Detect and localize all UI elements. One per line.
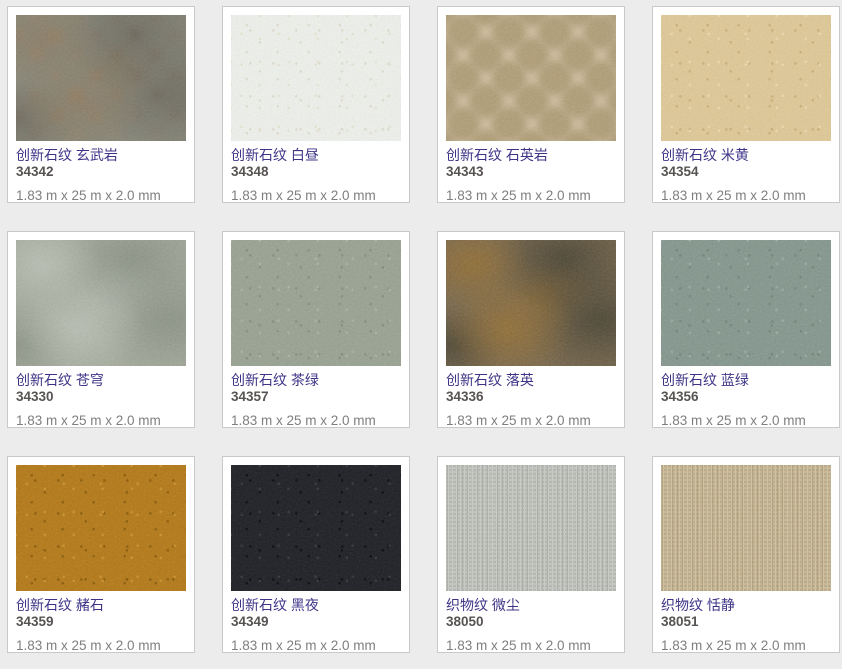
texture-grain [446, 240, 616, 366]
product-code: 38051 [661, 614, 831, 630]
texture-grain [661, 15, 831, 141]
texture-grain [446, 15, 616, 141]
product-code: 34354 [661, 164, 831, 180]
product-card[interactable]: 创新石纹 苍穹 34330 1.83 m x 25 m x 2.0 mm [7, 231, 195, 428]
product-code: 34336 [446, 389, 616, 405]
product-card[interactable]: 创新石纹 石英岩 34343 1.83 m x 25 m x 2.0 mm [437, 6, 625, 203]
texture-grain [446, 465, 616, 591]
product-title-link[interactable]: 织物纹 微尘 [446, 597, 616, 614]
product-title-link[interactable]: 创新石纹 赭石 [16, 597, 186, 614]
texture-grain [16, 465, 186, 591]
texture-grain [16, 240, 186, 366]
product-dimensions: 1.83 m x 25 m x 2.0 mm [661, 188, 831, 203]
product-title-link[interactable]: 创新石纹 苍穹 [16, 372, 186, 389]
product-title-link[interactable]: 创新石纹 蓝绿 [661, 372, 831, 389]
product-title-link[interactable]: 创新石纹 茶绿 [231, 372, 401, 389]
product-dimensions: 1.83 m x 25 m x 2.0 mm [16, 188, 186, 203]
texture-grain [231, 15, 401, 141]
product-swatch-image[interactable] [661, 15, 831, 141]
product-card[interactable]: 创新石纹 赭石 34359 1.83 m x 25 m x 2.0 mm [7, 456, 195, 653]
texture-grain [446, 240, 616, 366]
product-dimensions: 1.83 m x 25 m x 2.0 mm [446, 413, 616, 428]
product-code: 34342 [16, 164, 186, 180]
texture-grain [661, 240, 831, 366]
product-dimensions: 1.83 m x 25 m x 2.0 mm [661, 413, 831, 428]
product-title-link[interactable]: 织物纹 恬静 [661, 597, 831, 614]
product-grid: 创新石纹 玄武岩 34342 1.83 m x 25 m x 2.0 mm 创新… [0, 0, 842, 653]
product-code: 34348 [231, 164, 401, 180]
product-code: 34356 [661, 389, 831, 405]
product-title-link[interactable]: 创新石纹 白昼 [231, 147, 401, 164]
product-dimensions: 1.83 m x 25 m x 2.0 mm [661, 638, 831, 653]
texture-grain [661, 15, 831, 141]
product-card[interactable]: 创新石纹 茶绿 34357 1.83 m x 25 m x 2.0 mm [222, 231, 410, 428]
product-code: 34349 [231, 614, 401, 630]
product-code: 34330 [16, 389, 186, 405]
product-dimensions: 1.83 m x 25 m x 2.0 mm [16, 638, 186, 653]
texture-grain [231, 240, 401, 366]
product-title-link[interactable]: 创新石纹 玄武岩 [16, 147, 186, 164]
product-code: 34359 [16, 614, 186, 630]
texture-grain [16, 465, 186, 591]
product-card[interactable]: 创新石纹 黑夜 34349 1.83 m x 25 m x 2.0 mm [222, 456, 410, 653]
product-swatch-image[interactable] [446, 465, 616, 591]
product-title-link[interactable]: 创新石纹 黑夜 [231, 597, 401, 614]
product-swatch-image[interactable] [16, 240, 186, 366]
texture-grain [16, 240, 186, 366]
texture-grain [446, 15, 616, 141]
texture-grain [16, 15, 186, 141]
product-card[interactable]: 织物纹 恬静 38051 1.83 m x 25 m x 2.0 mm [652, 456, 840, 653]
texture-grain [661, 240, 831, 366]
texture-grain [231, 15, 401, 141]
texture-grain [661, 465, 831, 591]
texture-grain [231, 465, 401, 591]
texture-grain [446, 465, 616, 591]
texture-grain [661, 465, 831, 591]
product-title-link[interactable]: 创新石纹 石英岩 [446, 147, 616, 164]
product-card[interactable]: 创新石纹 米黄 34354 1.83 m x 25 m x 2.0 mm [652, 6, 840, 203]
product-swatch-image[interactable] [231, 15, 401, 141]
texture-grain [16, 15, 186, 141]
product-code: 34343 [446, 164, 616, 180]
product-card[interactable]: 创新石纹 蓝绿 34356 1.83 m x 25 m x 2.0 mm [652, 231, 840, 428]
product-swatch-image[interactable] [231, 240, 401, 366]
texture-grain [231, 465, 401, 591]
texture-grain [231, 240, 401, 366]
product-card[interactable]: 创新石纹 玄武岩 34342 1.83 m x 25 m x 2.0 mm [7, 6, 195, 203]
product-swatch-image[interactable] [446, 240, 616, 366]
product-code: 38050 [446, 614, 616, 630]
product-title-link[interactable]: 创新石纹 米黄 [661, 147, 831, 164]
product-dimensions: 1.83 m x 25 m x 2.0 mm [231, 638, 401, 653]
product-card[interactable]: 创新石纹 落英 34336 1.83 m x 25 m x 2.0 mm [437, 231, 625, 428]
product-swatch-image[interactable] [661, 240, 831, 366]
product-dimensions: 1.83 m x 25 m x 2.0 mm [446, 188, 616, 203]
product-dimensions: 1.83 m x 25 m x 2.0 mm [231, 413, 401, 428]
product-swatch-image[interactable] [231, 465, 401, 591]
product-code: 34357 [231, 389, 401, 405]
product-dimensions: 1.83 m x 25 m x 2.0 mm [16, 413, 186, 428]
product-title-link[interactable]: 创新石纹 落英 [446, 372, 616, 389]
product-swatch-image[interactable] [16, 15, 186, 141]
product-swatch-image[interactable] [16, 465, 186, 591]
product-dimensions: 1.83 m x 25 m x 2.0 mm [231, 188, 401, 203]
product-card[interactable]: 创新石纹 白昼 34348 1.83 m x 25 m x 2.0 mm [222, 6, 410, 203]
product-swatch-image[interactable] [446, 15, 616, 141]
product-card[interactable]: 织物纹 微尘 38050 1.83 m x 25 m x 2.0 mm [437, 456, 625, 653]
product-dimensions: 1.83 m x 25 m x 2.0 mm [446, 638, 616, 653]
product-swatch-image[interactable] [661, 465, 831, 591]
